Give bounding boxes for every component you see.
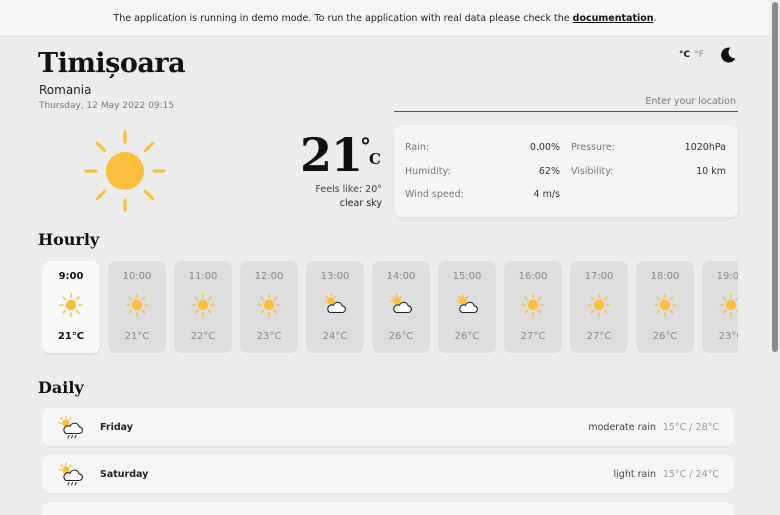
temperature-unit-letter: C [369, 150, 381, 168]
hour-time: 9:00 [58, 271, 84, 282]
hour-time: 15:00 [452, 271, 482, 282]
date-time: Thursday, 12 May 2022 09:15 [39, 101, 175, 111]
hour-card[interactable]: 13:00 24°C [306, 261, 364, 353]
sun-icon [257, 293, 281, 317]
hour-card[interactable]: 18:00 26°C [636, 261, 694, 353]
daily-row[interactable]: Friday moderate rain 15°C / 28°C [42, 408, 734, 446]
demo-banner-suffix: . [653, 13, 657, 24]
hourly-title: Hourly [38, 230, 100, 249]
sun-icon [59, 293, 83, 317]
day-name: Friday [100, 422, 133, 433]
sun-rain-icon [58, 415, 86, 441]
hour-temp: 26°C [388, 331, 414, 342]
hour-time: 17:00 [584, 271, 614, 282]
celsius-toggle[interactable]: °C [679, 50, 690, 60]
day-temp-range: 15°C / 24°C [662, 469, 719, 480]
country-name: Romania [39, 83, 92, 97]
location-input[interactable] [394, 92, 738, 112]
hour-temp: 27°C [520, 331, 546, 342]
sun-icon [125, 293, 149, 317]
hourly-forecast[interactable]: 9:00 21°C 10:00 21°C 11:00 22°C 12:00 23… [42, 261, 738, 356]
demo-banner: The application is running in demo mode.… [0, 0, 770, 37]
pressure-label: Pressure: [571, 142, 615, 153]
hour-time: 19:00 [716, 271, 738, 282]
sun-icon [719, 293, 738, 317]
hour-temp: 21°C [124, 331, 150, 342]
unit-toggle: °C °F [679, 50, 704, 60]
sun-icon [653, 293, 677, 317]
partly-cloudy-icon [455, 293, 479, 317]
visibility-label: Visibility: [571, 166, 614, 177]
hour-time: 14:00 [386, 271, 416, 282]
fahrenheit-toggle[interactable]: °F [694, 50, 704, 60]
hour-temp: 27°C [586, 331, 612, 342]
temperature-unit: °C [360, 134, 383, 168]
feels-like: Feels like: 20° [315, 184, 382, 195]
hour-card[interactable]: 17:00 27°C [570, 261, 628, 353]
hour-temp: 23°C [718, 331, 738, 342]
hour-card[interactable]: 14:00 26°C [372, 261, 430, 353]
hour-temp: 26°C [652, 331, 678, 342]
hour-card[interactable]: 11:00 22°C [174, 261, 232, 353]
current-temperature: 21 [300, 128, 363, 182]
hour-time: 13:00 [320, 271, 350, 282]
hour-card[interactable]: 15:00 26°C [438, 261, 496, 353]
hour-card[interactable]: 19:00 23°C [702, 261, 738, 353]
sun-icon [521, 293, 545, 317]
hour-card[interactable]: 9:00 21°C [42, 261, 100, 353]
pressure-value: 1020hPa [684, 142, 726, 153]
visibility-value: 10 km [696, 166, 726, 177]
day-condition: moderate rain [588, 422, 656, 433]
hour-time: 12:00 [254, 271, 284, 282]
documentation-link[interactable]: documentation [573, 13, 654, 24]
demo-banner-text: The application is running in demo mode.… [113, 13, 573, 24]
current-condition: clear sky [339, 198, 382, 209]
humidity-value: 62% [538, 166, 560, 177]
sun-icon [191, 293, 215, 317]
wind-speed-label: Wind speed: [405, 189, 464, 200]
hour-card[interactable]: 10:00 21°C [108, 261, 166, 353]
partly-cloudy-icon [323, 293, 347, 317]
humidity-label: Humidity: [405, 166, 451, 177]
hour-temp: 22°C [190, 331, 216, 342]
city-name: Timișoara [38, 48, 186, 79]
day-name: Saturday [100, 469, 149, 480]
day-temp-range: 15°C / 28°C [662, 422, 719, 433]
hour-time: 18:00 [650, 271, 680, 282]
sun-icon [84, 130, 166, 212]
weather-details-card: Rain: 0.00% Humidity: 62% Wind speed: 4 … [394, 125, 738, 217]
hour-time: 11:00 [188, 271, 218, 282]
sun-rain-icon [58, 462, 86, 488]
daily-row-partial[interactable] [42, 502, 734, 515]
day-condition: light rain [613, 469, 656, 480]
hour-card[interactable]: 16:00 27°C [504, 261, 562, 353]
scrollbar-thumb[interactable] [772, 2, 778, 352]
rain-label: Rain: [405, 142, 430, 153]
partly-cloudy-icon [389, 293, 413, 317]
sun-icon [587, 293, 611, 317]
moon-icon[interactable] [719, 46, 737, 64]
rain-value: 0.00% [529, 142, 560, 153]
hour-temp: 23°C [256, 331, 282, 342]
hour-card[interactable]: 12:00 23°C [240, 261, 298, 353]
hour-temp: 26°C [454, 331, 480, 342]
daily-row[interactable]: Saturday light rain 15°C / 24°C [42, 455, 734, 493]
wind-speed-value: 4 m/s [533, 189, 560, 200]
hour-temp: 24°C [322, 331, 348, 342]
hour-time: 10:00 [122, 271, 152, 282]
daily-title: Daily [38, 378, 84, 397]
hour-temp: 21°C [57, 331, 85, 342]
hour-time: 16:00 [518, 271, 548, 282]
